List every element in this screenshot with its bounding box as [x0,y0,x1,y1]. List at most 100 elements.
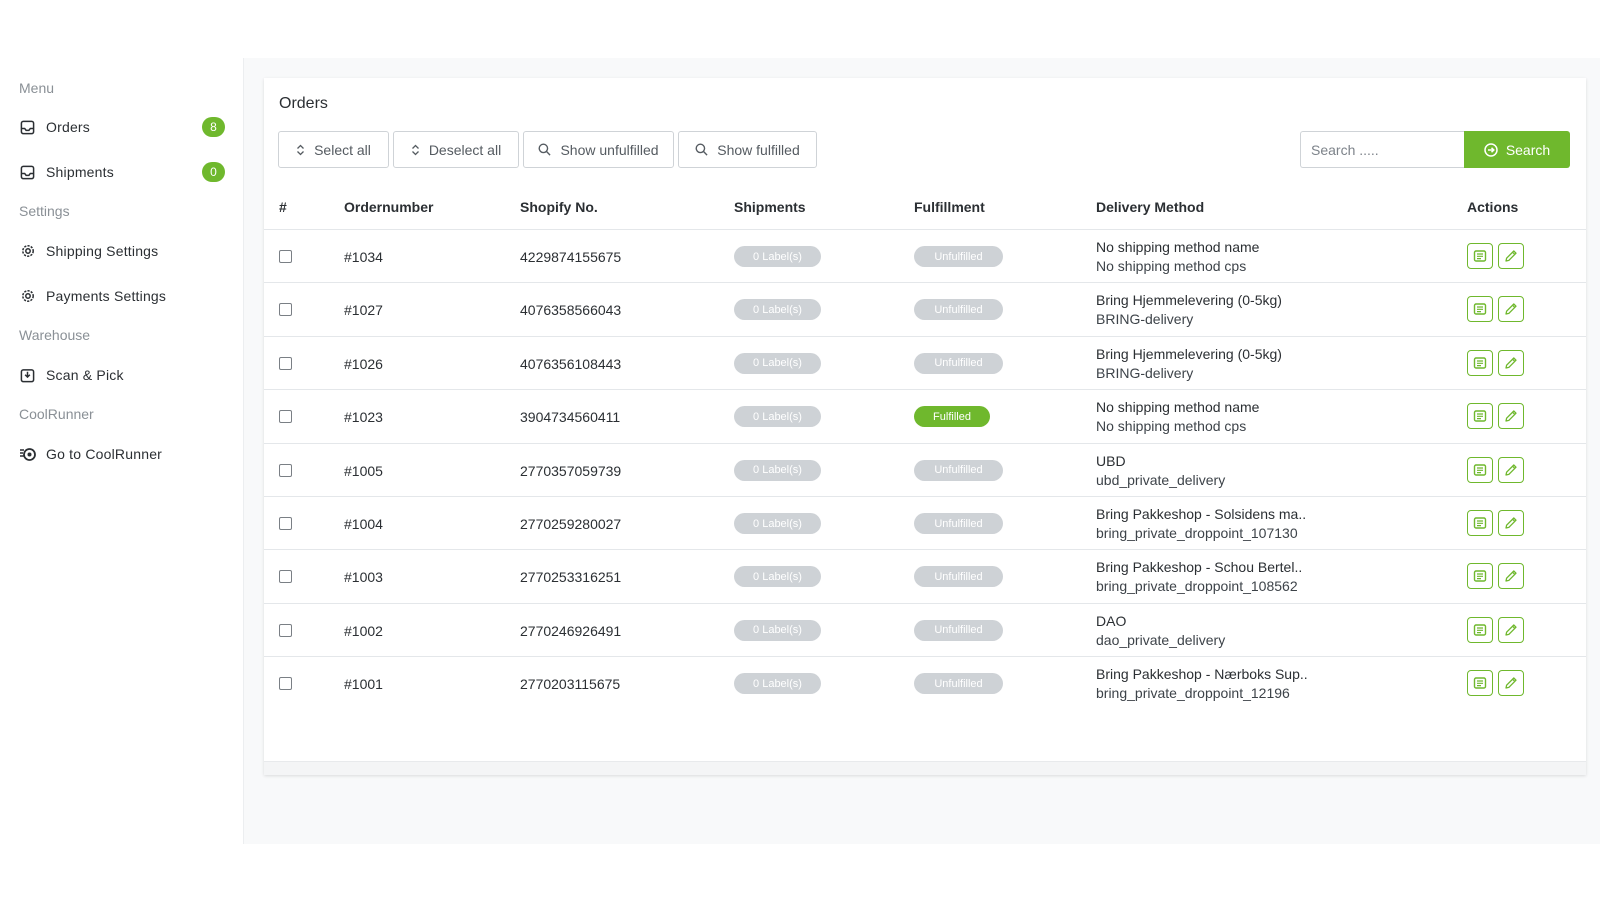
edit-order-button[interactable] [1498,243,1524,269]
sidebar-item-label: Shipping Settings [46,243,159,259]
settings-heading: Settings [19,203,70,219]
edit-order-button[interactable] [1498,563,1524,590]
print-label-button[interactable] [1467,510,1493,536]
sort-arrows-icon [411,144,420,156]
gear-icon [19,243,36,260]
pencil-icon [1505,570,1517,583]
sidebar-item-orders[interactable]: Orders 8 [19,113,225,141]
sidebar-item-shipping-settings[interactable]: Shipping Settings [19,237,225,265]
delivery-method-name: No shipping method name [1096,399,1260,416]
delivery-method-code: bring_private_droppoint_12196 [1096,685,1290,702]
fulfillment-status-badge: Unfulfilled [914,513,1003,534]
table-row: #1005 2770357059739 0 Label(s) Unfulfill… [264,442,1586,497]
pencil-icon [1505,624,1517,636]
labels-badge: 0 Label(s) [734,673,821,695]
shopify-number: 2770203115675 [520,676,621,693]
sidebar-item-label: Go to CoolRunner [46,446,163,462]
print-label-button[interactable] [1467,616,1493,643]
pencil-icon [1505,250,1517,262]
document-icon [1473,517,1487,529]
column-header-ordernumber: Ordernumber [344,199,434,215]
column-header-index: # [279,199,287,215]
sidebar-item-label: Scan & Pick [46,367,124,383]
edit-order-button[interactable] [1498,349,1524,376]
coolrunner-logo-icon [19,446,36,463]
print-label-button[interactable] [1467,670,1493,697]
row-select-checkbox[interactable] [279,570,292,584]
column-header-shipments: Shipments [734,199,806,215]
edit-order-button[interactable] [1498,670,1524,697]
row-select-checkbox[interactable] [279,677,292,691]
edit-order-button[interactable] [1498,616,1524,643]
coolrunner-heading: CoolRunner [19,406,94,422]
fulfillment-status-badge: Unfulfilled [914,352,1003,374]
print-label-button[interactable] [1467,243,1493,269]
gear-icon [19,288,36,305]
search-button[interactable]: Search [1464,131,1570,168]
sidebar-item-label: Shipments [46,164,114,180]
table-row: #1001 2770203115675 0 Label(s) Unfulfill… [264,656,1586,710]
order-number: #1002 [344,622,383,639]
document-icon [1473,410,1487,422]
document-icon [1473,624,1487,636]
delivery-method-code: No shipping method cps [1096,258,1247,274]
delivery-method-code: bring_private_droppoint_107130 [1096,525,1298,541]
shopify-number: 2770253316251 [520,569,622,586]
show-unfulfilled-button[interactable]: Show unfulfilled [523,131,674,168]
row-select-checkbox[interactable] [279,356,292,370]
orders-count-badge: 8 [202,117,225,137]
delivery-method-name: Bring Hjemmelevering (0-5kg) [1096,345,1282,362]
deselect-all-button[interactable]: Deselect all [393,131,519,168]
row-select-checkbox[interactable] [279,410,292,424]
edit-order-button[interactable] [1498,403,1524,430]
sidebar-item-scan-pick[interactable]: Scan & Pick [19,361,225,389]
edit-order-button[interactable] [1498,296,1524,323]
arrow-circle-icon [1484,142,1498,157]
download-box-icon [19,367,36,384]
labels-badge: 0 Label(s) [734,513,821,534]
pencil-icon [1505,357,1517,369]
print-label-button[interactable] [1467,349,1493,376]
sidebar-item-label: Payments Settings [46,288,167,304]
shopify-number: 4076356108443 [520,355,622,372]
row-select-checkbox[interactable] [279,517,292,530]
column-header-delivery-method: Delivery Method [1096,199,1205,215]
row-select-checkbox[interactable] [279,623,292,637]
print-label-button[interactable] [1467,403,1493,430]
column-header-actions: Actions [1467,199,1519,215]
sidebar: Menu Orders 8 Shipments 0 Settings Shipp… [0,58,244,844]
document-icon [1473,250,1487,262]
row-select-checkbox[interactable] [279,463,292,477]
search-input[interactable] [1300,131,1465,168]
show-unfulfilled-label: Show unfulfilled [560,141,659,158]
fulfillment-status-badge: Unfulfilled [914,246,1003,267]
print-label-button[interactable] [1467,456,1493,483]
row-select-checkbox[interactable] [279,303,292,317]
show-fulfilled-button[interactable]: Show fulfilled [678,131,817,168]
shopify-number: 4076358566043 [520,302,622,319]
sidebar-item-payments-settings[interactable]: Payments Settings [19,282,225,310]
search-button-label: Search [1505,141,1551,158]
show-fulfilled-label: Show fulfilled [717,141,800,158]
edit-order-button[interactable] [1498,510,1524,536]
table-row: #1026 4076356108443 0 Label(s) Unfulfill… [264,335,1586,390]
sort-arrows-icon [296,144,305,156]
print-label-button[interactable] [1467,563,1493,590]
delivery-method-code: No shipping method cps [1096,418,1247,435]
search-icon [695,143,708,156]
sidebar-item-go-to-coolrunner[interactable]: Go to CoolRunner [19,440,225,468]
row-select-checkbox[interactable] [279,250,292,263]
order-number: #1005 [344,462,383,479]
print-label-button[interactable] [1467,296,1493,323]
order-number: #1003 [344,569,383,586]
card-footer [264,761,1586,775]
inbox-icon [19,119,36,136]
edit-order-button[interactable] [1498,456,1524,483]
labels-badge: 0 Label(s) [734,459,821,481]
pencil-icon [1505,677,1517,689]
fulfillment-status-badge: Unfulfilled [914,566,1003,588]
order-number: #1027 [344,302,383,319]
delivery-method-code: bring_private_droppoint_108562 [1096,578,1298,595]
sidebar-item-shipments[interactable]: Shipments 0 [19,158,225,186]
select-all-button[interactable]: Select all [278,131,389,168]
